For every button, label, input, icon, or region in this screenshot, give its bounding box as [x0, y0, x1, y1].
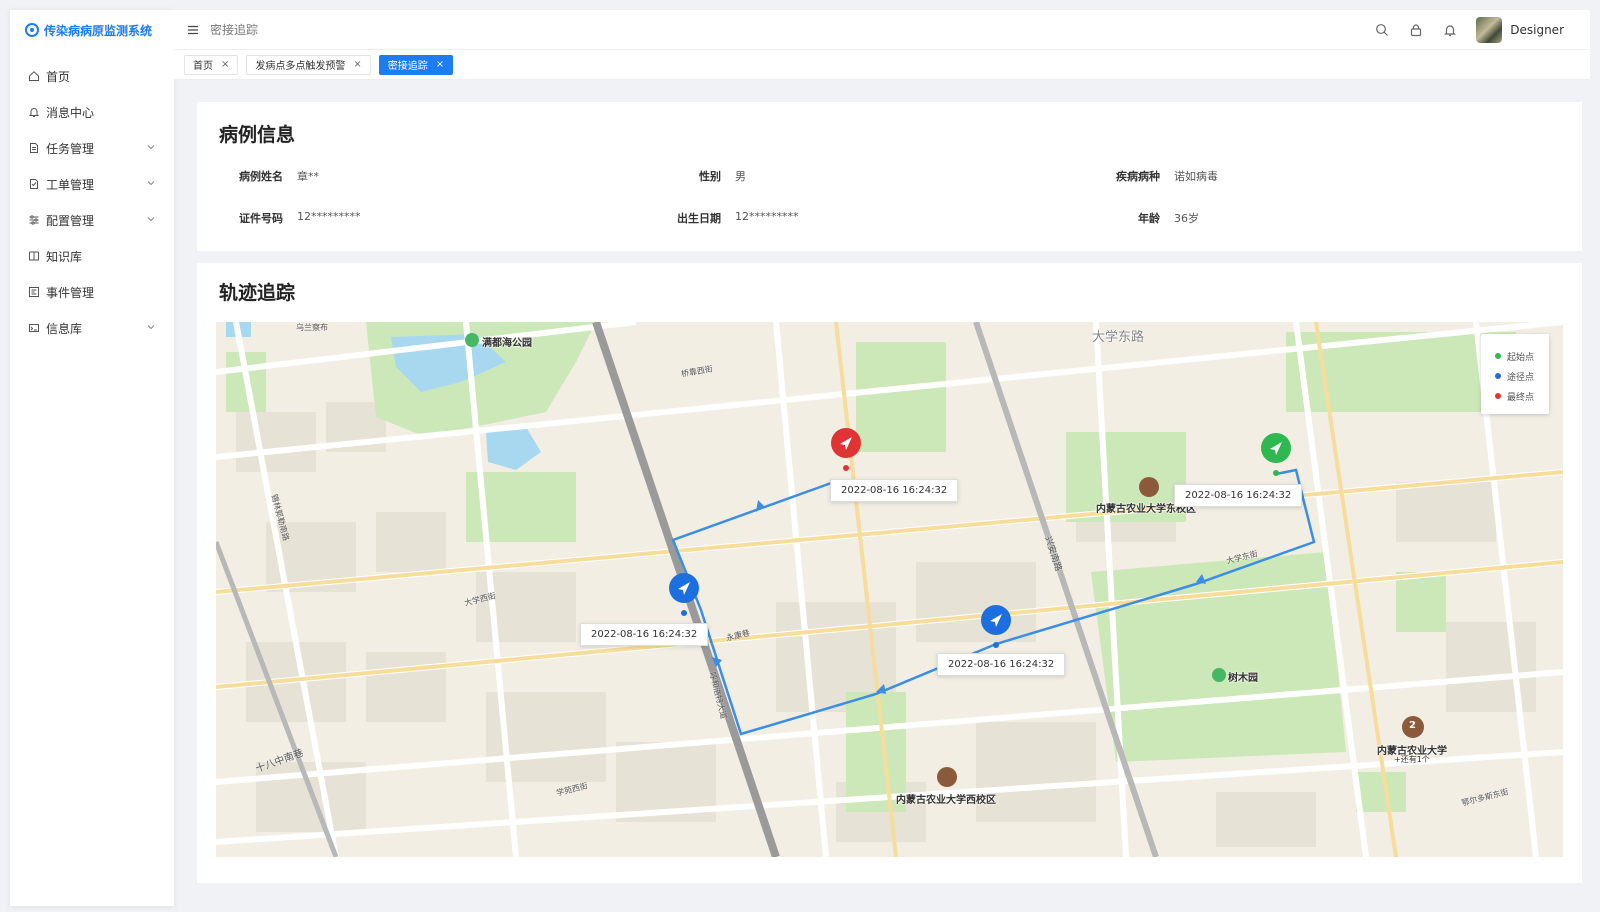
birthdate-value: 12********* — [735, 210, 799, 223]
chevron-down-icon — [147, 217, 155, 222]
event-icon — [28, 286, 40, 298]
time-tooltip-via: 2022-08-16 16:24:32 — [580, 623, 709, 646]
sidebar-item-config[interactable]: 配置管理 — [10, 202, 174, 238]
sidebar-item-home[interactable]: 首页 — [10, 58, 174, 94]
lock-icon[interactable] — [1408, 22, 1424, 38]
legend-item-start: 起始点 — [1495, 346, 1549, 366]
app-frame: 传染病病原监测系统 首页 消息中心 任务管理 工单管理 配置管理 知识库 事件管… — [0, 0, 1600, 912]
map-poi-university-west: 内蒙古农业大学西校区 — [896, 795, 996, 806]
map-poi-park: 满都海公园 — [482, 338, 532, 349]
sidebar-item-label: 事件管理 — [46, 285, 95, 300]
sidebar-item-infobase[interactable]: 信息库 — [10, 310, 174, 346]
tab-label: 首页 — [193, 61, 213, 72]
legend-item-via: 途径点 — [1495, 366, 1549, 386]
gender-label: 性别 — [699, 170, 721, 183]
bell-icon — [28, 106, 40, 118]
time-tooltip-start: 2022-08-16 16:24:32 — [1174, 484, 1303, 507]
header-actions: Designer — [1374, 10, 1564, 50]
sidebar: 传染病病原监测系统 首页 消息中心 任务管理 工单管理 配置管理 知识库 事件管… — [10, 10, 174, 906]
breadcrumb: 密接追踪 — [210, 23, 259, 37]
database-icon — [28, 322, 40, 334]
info-row: 证件号码 12********* 出生日期 12********* 年龄 36岁 — [197, 210, 1582, 228]
map-road-label: 乌兰察布 — [296, 323, 328, 332]
sidebar-item-tickets[interactable]: 工单管理 — [10, 166, 174, 202]
age-label: 年龄 — [1138, 212, 1160, 225]
sidebar-item-knowledge[interactable]: 知识库 — [10, 238, 174, 274]
menu-toggle-icon[interactable] — [186, 23, 200, 37]
close-icon[interactable]: × — [436, 59, 444, 70]
sidebar-item-label: 消息中心 — [46, 105, 95, 120]
username[interactable]: Designer — [1510, 23, 1564, 37]
sidebar-item-events[interactable]: 事件管理 — [10, 274, 174, 310]
tracking-card: 轨迹追踪 满都海公园 树木园 大学东路 内蒙古农业大学东校区 内蒙古农业大学西校… — [197, 263, 1582, 883]
legend-label: 起始点 — [1507, 352, 1535, 363]
notification-bell-icon[interactable] — [1442, 22, 1458, 38]
time-tooltip-end: 2022-08-16 16:24:32 — [830, 479, 959, 502]
id-number-value: 12********* — [297, 210, 361, 223]
app-logo-icon — [25, 23, 39, 37]
chevron-down-icon — [147, 145, 155, 150]
map-poi-more: +还有1个 — [1394, 755, 1430, 764]
case-info-card: 病例信息 病例姓名 章** 性别 男 疾病病种 诺如病毒 证件号码 12****… — [197, 102, 1582, 251]
sidebar-item-label: 信息库 — [46, 321, 83, 336]
map-legend: 起始点 途径点 最终点 — [1481, 334, 1549, 414]
tab-label: 密接追踪 — [387, 61, 428, 72]
top-header: 密接追踪 Designer — [174, 10, 1590, 50]
book-icon — [28, 250, 40, 262]
sidebar-item-label: 首页 — [46, 69, 71, 84]
sidebar-item-label: 工单管理 — [46, 177, 95, 192]
legend-dot — [1495, 393, 1501, 399]
trajectory-map[interactable]: 满都海公园 树木园 大学东路 内蒙古农业大学东校区 内蒙古农业大学西校区 内蒙古… — [216, 322, 1563, 857]
close-icon[interactable]: × — [221, 59, 229, 70]
gender-value: 男 — [735, 170, 746, 183]
sidebar-item-label: 配置管理 — [46, 213, 95, 228]
id-number-label: 证件号码 — [239, 212, 283, 225]
close-icon[interactable]: × — [353, 59, 361, 70]
legend-dot — [1495, 373, 1501, 379]
legend-item-end: 最终点 — [1495, 386, 1549, 406]
sidebar-item-label: 知识库 — [46, 249, 83, 264]
chevron-down-icon — [147, 325, 155, 330]
page-tabs: 首页 × 发病点多点触发预警 × 密接追踪 × — [174, 50, 1590, 80]
name-label: 病例姓名 — [239, 170, 283, 183]
age-value: 36岁 — [1174, 212, 1199, 225]
chevron-down-icon — [147, 181, 155, 186]
name-value: 章** — [297, 170, 319, 183]
info-row: 病例姓名 章** 性别 男 疾病病种 诺如病毒 — [197, 168, 1582, 186]
legend-dot — [1495, 353, 1501, 359]
time-tooltip-via: 2022-08-16 16:24:32 — [937, 653, 1066, 676]
avatar[interactable] — [1476, 17, 1503, 43]
sidebar-item-label: 任务管理 — [46, 141, 95, 156]
app-title: 传染病病原监测系统 — [44, 23, 153, 38]
search-icon[interactable] — [1374, 22, 1390, 38]
tab-multi-point-warning[interactable]: 发病点多点触发预警 × — [246, 54, 371, 75]
birthdate-label: 出生日期 — [677, 212, 721, 225]
disease-label: 疾病病种 — [1116, 170, 1160, 183]
tab-label: 发病点多点触发预警 — [255, 61, 346, 72]
sidebar-item-messages[interactable]: 消息中心 — [10, 94, 174, 130]
tab-contact-tracing[interactable]: 密接追踪 × — [378, 54, 454, 75]
map-background — [216, 322, 1563, 857]
task-icon — [28, 142, 40, 154]
map-poi-arboretum: 树木园 — [1228, 673, 1258, 684]
sidebar-item-tasks[interactable]: 任务管理 — [10, 130, 174, 166]
map-road-label: 大学东路 — [1092, 330, 1145, 345]
case-info-title: 病例信息 — [219, 124, 296, 146]
sliders-icon — [28, 214, 40, 226]
legend-label: 途径点 — [1507, 372, 1535, 383]
ticket-icon — [28, 178, 40, 190]
home-icon — [28, 70, 40, 82]
map-cluster-badge: 2 — [1409, 720, 1416, 731]
tab-home[interactable]: 首页 × — [184, 54, 239, 75]
brand[interactable]: 传染病病原监测系统 — [10, 10, 174, 50]
tracking-title: 轨迹追踪 — [219, 282, 296, 304]
sidebar-menu: 首页 消息中心 任务管理 工单管理 配置管理 知识库 事件管理 信息库 — [10, 58, 174, 346]
legend-label: 最终点 — [1507, 392, 1535, 403]
disease-value: 诺如病毒 — [1174, 170, 1218, 183]
